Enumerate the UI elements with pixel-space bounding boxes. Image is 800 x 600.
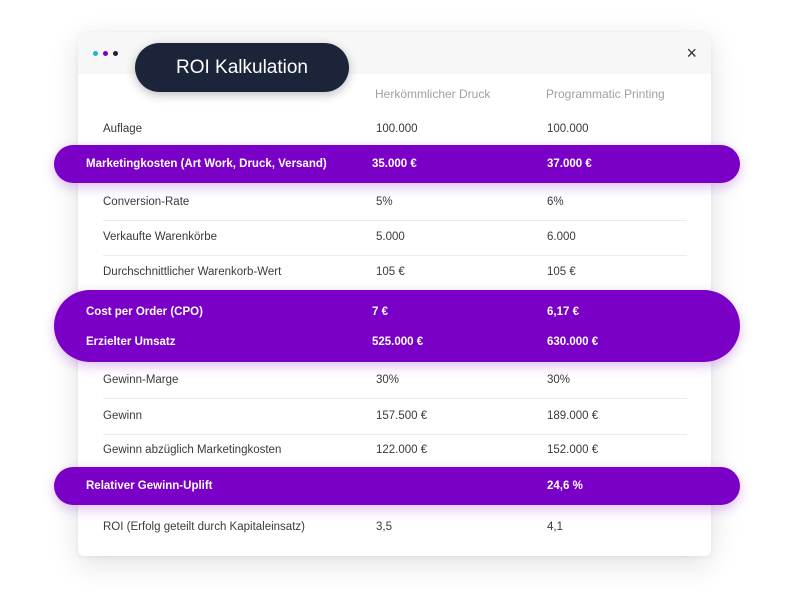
row-value-programmatic: 189.000 € (547, 410, 599, 422)
highlight-row-cpo-umsatz: Cost per Order (CPO) 7 € 6,17 € Erzielte… (54, 290, 740, 362)
table-row: Relativer Gewinn-Uplift 24,6 % (54, 476, 740, 496)
row-value-programmatic: 105 € (547, 266, 576, 278)
table-header: Herkömmlicher Druck Programmatic Printin… (0, 87, 800, 103)
row-value-programmatic: 100.000 (547, 123, 589, 135)
row-label: Gewinn abzüglich Marketingkosten (103, 444, 282, 456)
page-title: ROI Kalkulation (135, 43, 349, 92)
row-value-programmatic: 6,17 € (547, 306, 579, 318)
row-value-druck: 122.000 € (376, 444, 428, 456)
table-row: Conversion-Rate 5% 6% (103, 185, 687, 221)
row-value-druck: 105 € (376, 266, 405, 278)
table-row: Gewinn abzüglich Marketingkosten 122.000… (103, 433, 687, 469)
header-programmatic-printing: Programmatic Printing (546, 87, 665, 101)
dot-icon-navy (113, 51, 118, 56)
row-label: Durchschnittlicher Warenkorb-Wert (103, 266, 282, 278)
row-value-programmatic: 37.000 € (547, 158, 592, 170)
header-herkoemmlicher-druck: Herkömmlicher Druck (375, 87, 491, 101)
row-value-druck: 30% (376, 374, 400, 386)
table-row: Verkaufte Warenkörbe 5.000 6.000 (103, 220, 687, 256)
row-value-druck: 3,5 (376, 521, 392, 533)
row-label: Conversion-Rate (103, 196, 190, 208)
row-value-druck: 157.500 € (376, 410, 428, 422)
row-value-programmatic: 6.000 (547, 231, 576, 243)
row-label: Auflage (103, 123, 143, 135)
row-value-programmatic: 30% (547, 374, 571, 386)
table-row: Cost per Order (CPO) 7 € 6,17 € (54, 302, 740, 322)
row-label: Verkaufte Warenkörbe (103, 231, 217, 243)
row-value-druck: 5.000 (376, 231, 405, 243)
row-value-druck: 525.000 € (372, 336, 424, 348)
window-dots (93, 51, 118, 56)
table-row: Gewinn 157.500 € 189.000 € (103, 399, 687, 435)
table-row: Auflage 100.000 100.000 (103, 112, 687, 148)
table-row: Erzielter Umsatz 525.000 € 630.000 € (54, 332, 740, 352)
row-value-druck: 35.000 € (372, 158, 417, 170)
row-value-programmatic: 24,6 % (547, 480, 583, 492)
row-value-programmatic: 4,1 (547, 521, 563, 533)
row-label: Cost per Order (CPO) (86, 306, 203, 318)
row-label: ROI (Erfolg geteilt durch Kapitaleinsatz… (103, 521, 305, 533)
row-label: Relativer Gewinn-Uplift (86, 480, 213, 492)
row-label: Gewinn-Marge (103, 374, 179, 386)
row-value-programmatic: 152.000 € (547, 444, 599, 456)
row-value-programmatic: 630.000 € (547, 336, 599, 348)
table-row: ROI (Erfolg geteilt durch Kapitaleinsatz… (103, 510, 687, 545)
row-value-druck: 100.000 (376, 123, 418, 135)
row-value-druck: 7 € (372, 306, 388, 318)
highlight-row-gewinn-uplift: Relativer Gewinn-Uplift 24,6 % (54, 467, 740, 505)
row-label: Marketingkosten (Art Work, Druck, Versan… (86, 158, 327, 170)
row-label: Erzielter Umsatz (86, 336, 176, 348)
table-row: Marketingkosten (Art Work, Druck, Versan… (54, 154, 740, 174)
table-row: Gewinn-Marge 30% 30% (103, 363, 687, 399)
close-icon[interactable]: × (686, 43, 697, 63)
dot-icon-purple (103, 51, 108, 56)
row-value-programmatic: 6% (547, 196, 564, 208)
dot-icon-teal (93, 51, 98, 56)
highlight-row-marketingkosten: Marketingkosten (Art Work, Druck, Versan… (54, 145, 740, 183)
row-label: Gewinn (103, 410, 142, 422)
table-row: Durchschnittlicher Warenkorb-Wert 105 € … (103, 255, 687, 291)
row-value-druck: 5% (376, 196, 393, 208)
